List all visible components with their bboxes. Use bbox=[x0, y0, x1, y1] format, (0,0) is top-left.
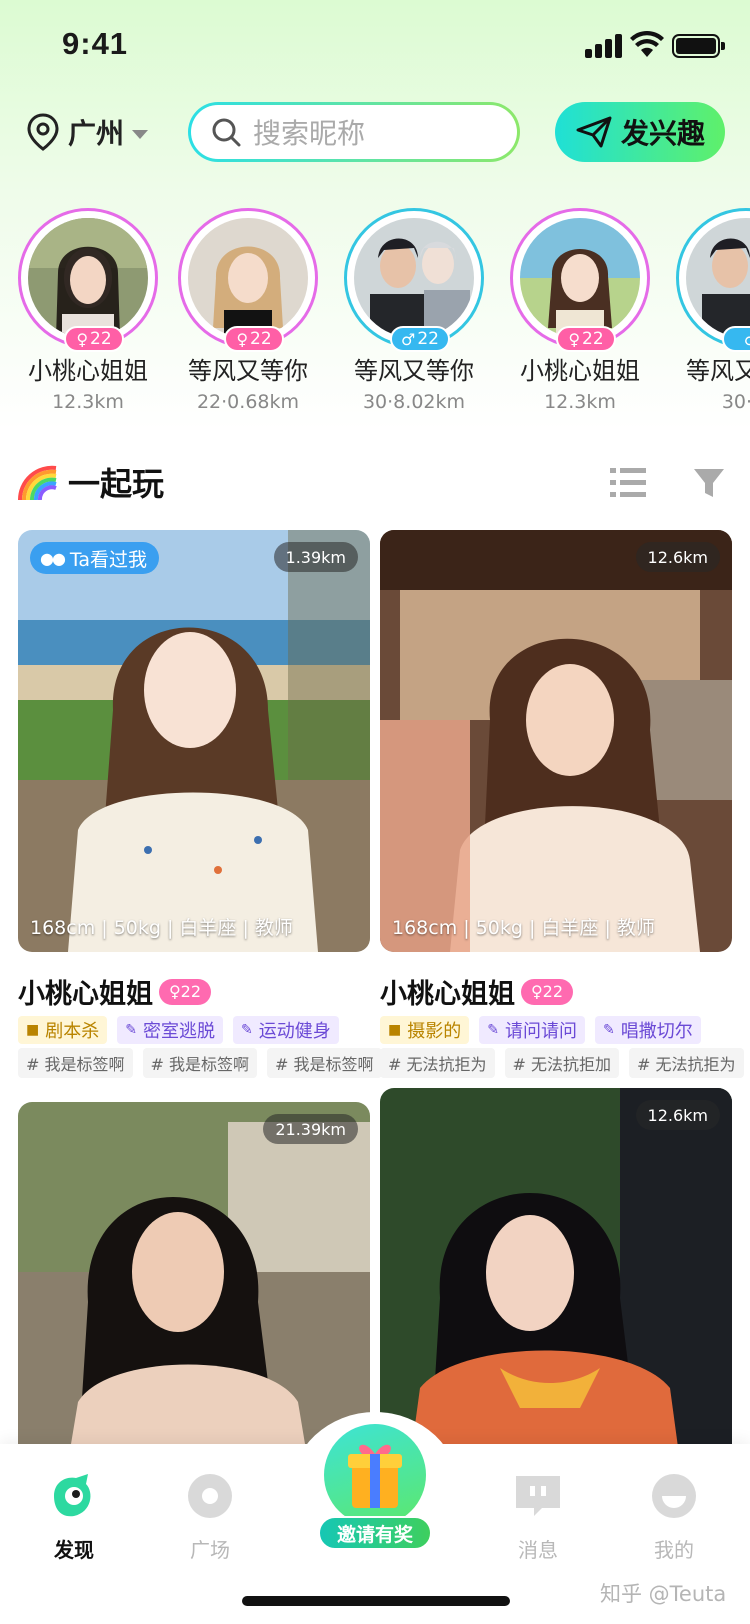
city-label: 广州 bbox=[68, 117, 125, 150]
interest-chip[interactable]: ✎ 唱撒切尔 bbox=[594, 1016, 701, 1044]
story-name: 等风又等你 bbox=[354, 357, 474, 385]
signal-icon bbox=[585, 34, 623, 58]
tag-chip[interactable]: # 无法抗拒加 bbox=[504, 1048, 619, 1078]
avatar bbox=[354, 218, 474, 338]
interest-chip[interactable]: ■ 剧本杀 bbox=[18, 1016, 108, 1044]
distance-badge: 12.6km bbox=[635, 1100, 720, 1130]
chevron-down-icon bbox=[132, 129, 149, 139]
status-bar: 9:41 bbox=[0, 0, 750, 90]
list-view-icon[interactable] bbox=[610, 466, 646, 500]
section-title: 一起玩 bbox=[68, 465, 165, 503]
location-pin-icon bbox=[27, 113, 59, 151]
profile-icon bbox=[652, 1474, 696, 1518]
nav-mine[interactable]: 我的 bbox=[614, 1470, 734, 1563]
interest-list: ■ 摄影的 ✎ 请问请问 ✎ 唱撒切尔 bbox=[380, 1016, 701, 1044]
tag-list: # 无法抗拒为 # 无法抗拒加 # 无法抗拒为 bbox=[380, 1048, 744, 1078]
card-photo: ●● Ta看过我 1.39km 168cm | 50kg | 白羊座 | 教师 bbox=[18, 530, 370, 952]
mic-icon: ✎ bbox=[240, 1022, 253, 1038]
rainbow-icon bbox=[18, 465, 57, 500]
status-time: 9:41 bbox=[62, 26, 129, 61]
story-distance: 22·0.68km bbox=[196, 391, 300, 413]
avatar bbox=[520, 218, 640, 338]
card-name: 小桃心姐姐 bbox=[18, 979, 153, 1010]
invite-label[interactable]: 邀请有奖 bbox=[318, 1516, 432, 1550]
nav-label: 消息 bbox=[518, 1538, 558, 1562]
card-name-row: 小桃心姐姐 ♀ 22 bbox=[18, 972, 211, 1011]
story-distance: 12.3km bbox=[52, 391, 124, 413]
location-selector[interactable]: 广州 bbox=[26, 110, 149, 154]
tag-chip[interactable]: # 无法抗拒为 bbox=[380, 1048, 495, 1078]
distance-badge: 1.39km bbox=[273, 542, 358, 572]
card-name-row: 小桃心姐姐 ♀ 22 bbox=[380, 972, 573, 1011]
card-photo: 12.6km 168cm | 50kg | 白羊座 | 教师 bbox=[380, 530, 732, 952]
wifi-icon bbox=[630, 30, 664, 57]
story-name: 等风又等你 bbox=[188, 357, 308, 385]
female-age-badge: ♀ 22 bbox=[521, 978, 573, 1005]
camera-icon: ■ bbox=[26, 1022, 40, 1038]
nav-square[interactable]: 广场 bbox=[150, 1470, 270, 1563]
avatar bbox=[28, 218, 148, 338]
watermark: 知乎 @Teuta bbox=[600, 1582, 727, 1606]
mic-icon: ✎ bbox=[487, 1022, 499, 1038]
interest-chip[interactable]: ✎ 密室逃脱 bbox=[117, 1016, 223, 1044]
story-name: 小桃心姐姐 bbox=[28, 357, 148, 385]
invite-button[interactable] bbox=[324, 1424, 426, 1526]
camera-icon: ■ bbox=[388, 1022, 402, 1038]
tag-chip[interactable]: # 我是标签啊 bbox=[142, 1048, 257, 1078]
home-indicator bbox=[242, 1596, 510, 1606]
story-distance: 30·8. bbox=[721, 391, 750, 413]
card-stats: 168cm | 50kg | 白羊座 | 教师 bbox=[392, 917, 655, 939]
tag-list: # 我是标签啊 # 我是标签啊 # 我是标签啊 bbox=[18, 1048, 382, 1078]
mic-icon: ✎ bbox=[602, 1022, 615, 1038]
post-button-label: 发兴趣 bbox=[620, 117, 705, 150]
battery-icon bbox=[672, 34, 725, 58]
tag-chip[interactable]: # 我是标签啊 bbox=[18, 1048, 133, 1078]
avatar bbox=[188, 218, 308, 338]
card-stats: 168cm | 50kg | 白羊座 | 教师 bbox=[30, 917, 293, 939]
female-age-badge: ♀ 22 bbox=[159, 978, 211, 1005]
tag-chip[interactable]: # 无法抗拒为 bbox=[629, 1048, 744, 1078]
nav-label: 广场 bbox=[190, 1538, 230, 1562]
story-distance: 12.3km bbox=[544, 391, 616, 413]
avatar bbox=[686, 218, 750, 338]
seen-me-badge: ●● Ta看过我 bbox=[30, 542, 160, 574]
filter-icon[interactable] bbox=[692, 466, 726, 500]
interest-chip[interactable]: ■ 摄影的 bbox=[380, 1016, 470, 1044]
card-name: 小桃心姐姐 bbox=[380, 979, 515, 1010]
discover-icon bbox=[54, 1474, 91, 1517]
distance-badge: 21.39km bbox=[263, 1114, 358, 1144]
square-icon bbox=[188, 1474, 232, 1518]
post-interest-button[interactable]: 发兴趣 bbox=[555, 102, 725, 162]
nav-discover[interactable]: 发现 bbox=[14, 1470, 134, 1563]
mic-icon: ✎ bbox=[125, 1022, 137, 1038]
message-icon bbox=[516, 1476, 560, 1516]
male-age-badge: ♂ 22 bbox=[390, 326, 450, 352]
gift-icon bbox=[348, 1444, 402, 1508]
distance-badge: 12.6km bbox=[635, 542, 720, 572]
interest-list: ■ 剧本杀 ✎ 密室逃脱 ✎ 运动健身 bbox=[18, 1016, 339, 1044]
story-name: 小桃心姐姐 bbox=[520, 357, 640, 385]
interest-chip[interactable]: ✎ 运动健身 bbox=[232, 1016, 339, 1044]
search-input[interactable]: 搜索昵称 bbox=[188, 102, 520, 162]
search-placeholder: 搜索昵称 bbox=[253, 117, 366, 150]
send-icon bbox=[576, 116, 612, 148]
card-photo: 21.39km bbox=[18, 1102, 370, 1462]
nearby-users-row: ♀ 22 小桃心姐姐 12.3km ♀ 22 等风又等你 22·0.68km ♂… bbox=[0, 208, 750, 418]
female-age-badge: ♀ 22 bbox=[64, 326, 124, 352]
story-distance: 30·8.02km bbox=[362, 391, 466, 413]
tag-chip[interactable]: # 我是标签啊 bbox=[267, 1048, 382, 1078]
eyes-icon: ●● bbox=[40, 548, 66, 568]
interest-chip[interactable]: ✎ 请问请问 bbox=[479, 1016, 585, 1044]
female-age-badge: ♀ 22 bbox=[556, 326, 616, 352]
story-name: 等风又等你 bbox=[686, 357, 750, 385]
nav-label: 发现 bbox=[54, 1538, 94, 1562]
male-age-badge: ♂ bbox=[722, 326, 750, 352]
card-photo: 12.6km bbox=[380, 1088, 732, 1462]
nav-label: 我的 bbox=[654, 1538, 694, 1562]
section-header: 一起玩 bbox=[18, 460, 164, 504]
female-age-badge: ♀ 22 bbox=[224, 326, 284, 352]
search-icon bbox=[212, 118, 241, 147]
nav-messages[interactable]: 消息 bbox=[478, 1470, 598, 1563]
